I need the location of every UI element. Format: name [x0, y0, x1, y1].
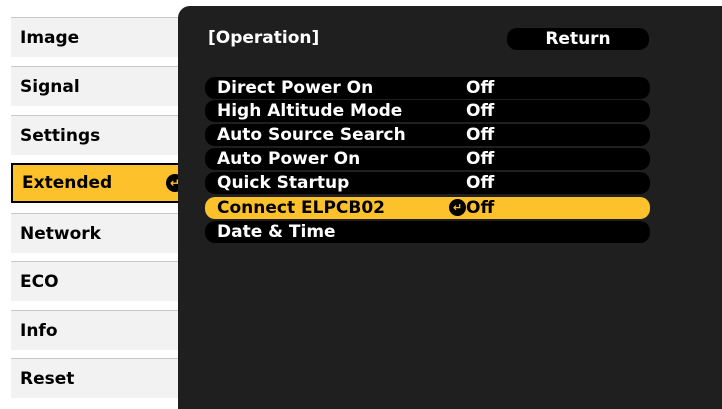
sidebar-item-extended[interactable]: Extended ↵: [11, 163, 194, 203]
sidebar-item-signal[interactable]: Signal: [11, 66, 194, 106]
row-value: Off: [466, 125, 495, 145]
row-label: Auto Source Search: [217, 125, 406, 145]
menu-row-high-altitude-mode[interactable]: High Altitude Mode Off: [205, 100, 650, 122]
row-value: Off: [466, 173, 495, 193]
menu-row-quick-startup[interactable]: Quick Startup Off: [205, 172, 650, 194]
operation-panel: [Operation] Return Direct Power On Off H…: [178, 6, 722, 409]
sidebar-item-label: Signal: [20, 77, 80, 97]
sidebar-item-label: Image: [20, 28, 80, 48]
row-value: Off: [466, 78, 495, 98]
row-label: High Altitude Mode: [217, 101, 403, 121]
return-button[interactable]: Return: [507, 28, 649, 50]
sidebar-item-settings[interactable]: Settings: [11, 115, 194, 155]
row-label: Quick Startup: [217, 173, 350, 193]
sidebar-item-info[interactable]: Info: [11, 310, 194, 350]
row-label: Connect ELPCB02: [217, 198, 386, 218]
menu-row-direct-power-on[interactable]: Direct Power On Off: [205, 77, 650, 99]
row-label: Auto Power On: [217, 149, 361, 169]
sidebar-item-label: Info: [20, 321, 58, 341]
sidebar-item-label: Reset: [20, 369, 75, 389]
sidebar-item-eco[interactable]: ECO: [11, 261, 194, 301]
row-label: Direct Power On: [217, 78, 374, 98]
row-value: Off: [466, 149, 495, 169]
sidebar-item-reset[interactable]: Reset: [11, 358, 194, 398]
sidebar-item-label: ECO: [20, 272, 59, 292]
enter-return-icon: ↵: [449, 199, 466, 216]
row-label: Date & Time: [217, 222, 336, 242]
sidebar-item-network[interactable]: Network: [11, 213, 194, 253]
page-title: [Operation]: [208, 28, 320, 48]
row-value: Off: [466, 101, 495, 121]
menu-row-auto-source-search[interactable]: Auto Source Search Off: [205, 124, 650, 146]
menu-row-connect-elpcb02[interactable]: Connect ELPCB02 ↵ Off: [205, 197, 650, 219]
row-value: Off: [466, 198, 495, 218]
sidebar-menu: Image Signal Settings Extended ↵ Network…: [0, 0, 194, 409]
menu-row-date-time[interactable]: Date & Time: [205, 221, 650, 243]
sidebar-item-label: Network: [20, 224, 101, 244]
sidebar-item-label: Settings: [20, 126, 101, 146]
sidebar-item-image[interactable]: Image: [11, 17, 194, 57]
sidebar-item-label: Extended: [22, 173, 113, 193]
menu-row-auto-power-on[interactable]: Auto Power On Off: [205, 148, 650, 170]
